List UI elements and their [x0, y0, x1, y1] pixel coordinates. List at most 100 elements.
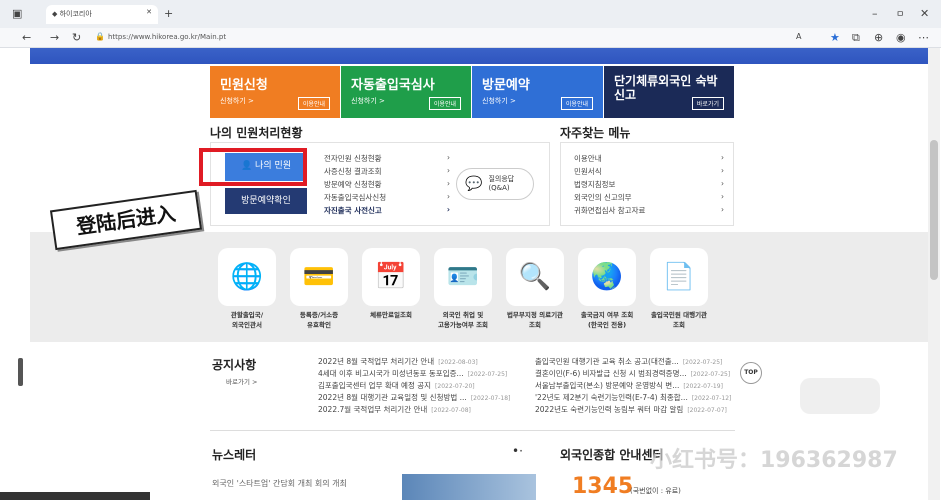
faq-link-report-duty[interactable]: 외국인의 신고의무 ›: [574, 192, 724, 205]
service-auto-immigration[interactable]: 자동출입국심사 신청하기 > 이용안내: [341, 66, 471, 118]
maximize-icon[interactable]: ㅁ: [896, 7, 904, 20]
agency-search-card[interactable]: 📄: [650, 248, 708, 306]
minimize-icon[interactable]: –: [872, 7, 878, 20]
office-service-card[interactable]: 🌐: [218, 248, 276, 306]
collections-icon[interactable]: ⊕: [874, 31, 883, 44]
hero-banner: [30, 48, 940, 64]
chevron-right-icon: ›: [447, 179, 450, 188]
watermark-logo: [800, 378, 880, 414]
calendar-icon: 📅: [374, 262, 408, 292]
scrollbar-thumb[interactable]: [930, 140, 938, 280]
profile-icon[interactable]: ◉: [896, 31, 906, 44]
scroll-top-button[interactable]: TOP: [740, 362, 762, 384]
center-title: 외국인종합 안내센터: [560, 448, 664, 462]
chevron-right-icon: ›: [447, 153, 450, 162]
faq-link-laws[interactable]: 법령지침정보 ›: [574, 179, 724, 192]
status-link-auto-immigration[interactable]: 자동출입국심사신청 ›: [324, 192, 450, 205]
service-civil-application[interactable]: 민원신청 신청하기 > 이용안내: [210, 66, 340, 118]
service-short-stay-report[interactable]: 단기체류외국인 숙박신고 바로가기: [604, 66, 734, 118]
faq-section-title: 자주찾는 메뉴: [560, 126, 631, 140]
icon-label: 출국금지 여부 조회 (한국인 전용): [580, 311, 634, 329]
notice-more-link[interactable]: 바로가기 >: [226, 376, 257, 386]
service-badge[interactable]: 이용안내: [560, 97, 593, 110]
medical-institution-card[interactable]: 🔍: [506, 248, 564, 306]
notice-list-right: 출입국민원 대행기관 교육 취소 공고(대전출... [2022-07-25] 결…: [535, 356, 731, 416]
center-note: (국번없이 : 유료): [630, 487, 681, 495]
notice-section-title: 공지사항: [212, 358, 257, 372]
notice-item[interactable]: 서울남부출입국(본소) 방문예약 운영방식 변... [2022-07-19]: [535, 380, 731, 392]
newsletter-thumbnail[interactable]: [402, 474, 536, 500]
departure-ban-card[interactable]: 🌏: [578, 248, 636, 306]
qa-label: 질의응답 (Q&A): [488, 175, 515, 192]
close-window-icon[interactable]: ✕: [920, 7, 929, 20]
chat-icon: 💬: [465, 176, 483, 192]
new-tab-icon[interactable]: +: [164, 7, 173, 20]
document-shield-icon: 📄: [662, 262, 696, 292]
chevron-right-icon: ›: [721, 205, 724, 214]
notice-item[interactable]: 출입국민원 대행기관 교육 취소 공고(대전출... [2022-07-25]: [535, 356, 731, 368]
newsletter-pager-icon[interactable]: •·: [512, 444, 523, 458]
icon-label: 출입국민원 대행기관 조회: [650, 311, 708, 329]
watermark-text: 小红书号：196362987: [650, 448, 898, 473]
service-badge[interactable]: 바로가기: [691, 97, 724, 110]
favorite-star-icon[interactable]: ★: [830, 31, 840, 44]
notice-item[interactable]: 2022년도 숙련기능인력 농림부 쿼터 마감 알림 [2022-07-07]: [535, 404, 731, 416]
service-badge[interactable]: 이용안내: [428, 97, 461, 110]
chevron-right-icon: ›: [447, 166, 450, 175]
notice-item[interactable]: '22년도 제2분기 숙련기능인력(E-7-4) 최종합... [2022-07-…: [535, 392, 731, 404]
icon-label: 관할출입국/ 외국인관서: [230, 311, 264, 329]
footer-strip: [0, 492, 150, 500]
id-card-icon: 🪪: [446, 262, 480, 292]
window-menu-icon[interactable]: ▣: [12, 7, 22, 20]
forward-icon[interactable]: →: [50, 31, 59, 44]
tab-title: 하이코리아: [59, 10, 92, 18]
service-title: 자동출입국심사: [351, 78, 435, 93]
chevron-right-icon: ›: [721, 166, 724, 175]
chevron-right-icon: ›: [721, 179, 724, 188]
faq-links: 이용안내 › 민원서식 › 법령지침정보 › 외국인의 신고의무 › 귀화면접심사 참고…: [574, 153, 724, 218]
search-doc-icon: 🔍: [518, 262, 552, 292]
status-section-title: 나의 민원처리현황: [210, 126, 303, 140]
notice-item[interactable]: 2022년 8월 국적업무 처리기간 안내 [2022-08-03]: [318, 356, 510, 368]
faq-link-guide[interactable]: 이용안내 ›: [574, 153, 724, 166]
split-screen-icon[interactable]: ⧉: [852, 31, 860, 45]
notice-item[interactable]: 2022년 8월 대행기관 교육일정 및 신청방법 ... [2022-07-18…: [318, 392, 510, 404]
chevron-right-icon: ›: [721, 192, 724, 201]
notice-item[interactable]: 2022.7월 국적업무 처리기간 안내 [2022-07-08]: [318, 404, 510, 416]
status-link-e-civil[interactable]: 전자민원 신청현황 ›: [324, 153, 450, 166]
globe-search-icon: 🌏: [590, 262, 624, 292]
globe-icon: 🌐: [230, 262, 264, 292]
reload-icon[interactable]: ↻: [72, 31, 81, 44]
side-slider-handle[interactable]: [18, 358, 23, 386]
employment-check-card[interactable]: 🪪: [434, 248, 492, 306]
chevron-right-icon: ›: [721, 153, 724, 162]
qa-button[interactable]: 💬 질의응답 (Q&A): [456, 168, 534, 200]
url-field[interactable]: https://www.hikorea.go.kr/Main.pt: [108, 33, 226, 41]
notice-item[interactable]: 결혼이민(F-6) 비자발급 신청 시 범죄경력증명... [2022-07-25…: [535, 368, 731, 380]
icon-label: 법무부지정 의료기관 조회: [506, 311, 564, 329]
newsletter-title: 뉴스레터: [212, 448, 257, 462]
service-visit-reservation[interactable]: 방문예약 신청하기 > 이용안내: [472, 66, 603, 118]
newsletter-item[interactable]: 외국인 '스타트업' 간담회 개최 회의 개최: [212, 478, 347, 489]
visit-confirm-button[interactable]: 방문예약확인: [225, 188, 307, 214]
status-link-voluntary-departure[interactable]: 자진출국 사전신고 ›: [324, 205, 450, 218]
more-menu-icon[interactable]: ⋯: [918, 31, 929, 44]
browser-tab[interactable]: ◆ 하이코리아 ✕: [46, 5, 158, 24]
notice-item[interactable]: 4세대 이후 비고시국가 미성년동포 동포입증... [2022-07-25]: [318, 368, 510, 380]
center-phone: 1345: [572, 474, 634, 499]
status-links: 전자민원 신청현황 › 사증신청 결과조회 › 방문예약 신청현황 › 자동출입국심사…: [324, 153, 450, 218]
back-icon[interactable]: ←: [22, 31, 31, 44]
card-validity-card[interactable]: 💳: [290, 248, 348, 306]
stay-expiry-card[interactable]: 📅: [362, 248, 420, 306]
chevron-right-icon: ›: [447, 192, 450, 201]
status-link-visa-result[interactable]: 사증신청 결과조회 ›: [324, 166, 450, 179]
tab-close-icon[interactable]: ✕: [146, 8, 152, 16]
lock-icon: 🔒: [95, 32, 105, 41]
faq-link-naturalization[interactable]: 귀화면접심사 참고자료 ›: [574, 205, 724, 218]
faq-link-forms[interactable]: 민원서식 ›: [574, 166, 724, 179]
service-badge[interactable]: 이용안내: [297, 97, 330, 110]
read-aloud-icon[interactable]: A: [796, 32, 801, 41]
status-link-visit-status[interactable]: 방문예약 신청현황 ›: [324, 179, 450, 192]
notice-list-left: 2022년 8월 국적업무 처리기간 안내 [2022-08-03] 4세대 이후…: [318, 356, 510, 416]
notice-item[interactable]: 김포출입국센터 업무 확대 예정 공지 [2022-07-20]: [318, 380, 510, 392]
